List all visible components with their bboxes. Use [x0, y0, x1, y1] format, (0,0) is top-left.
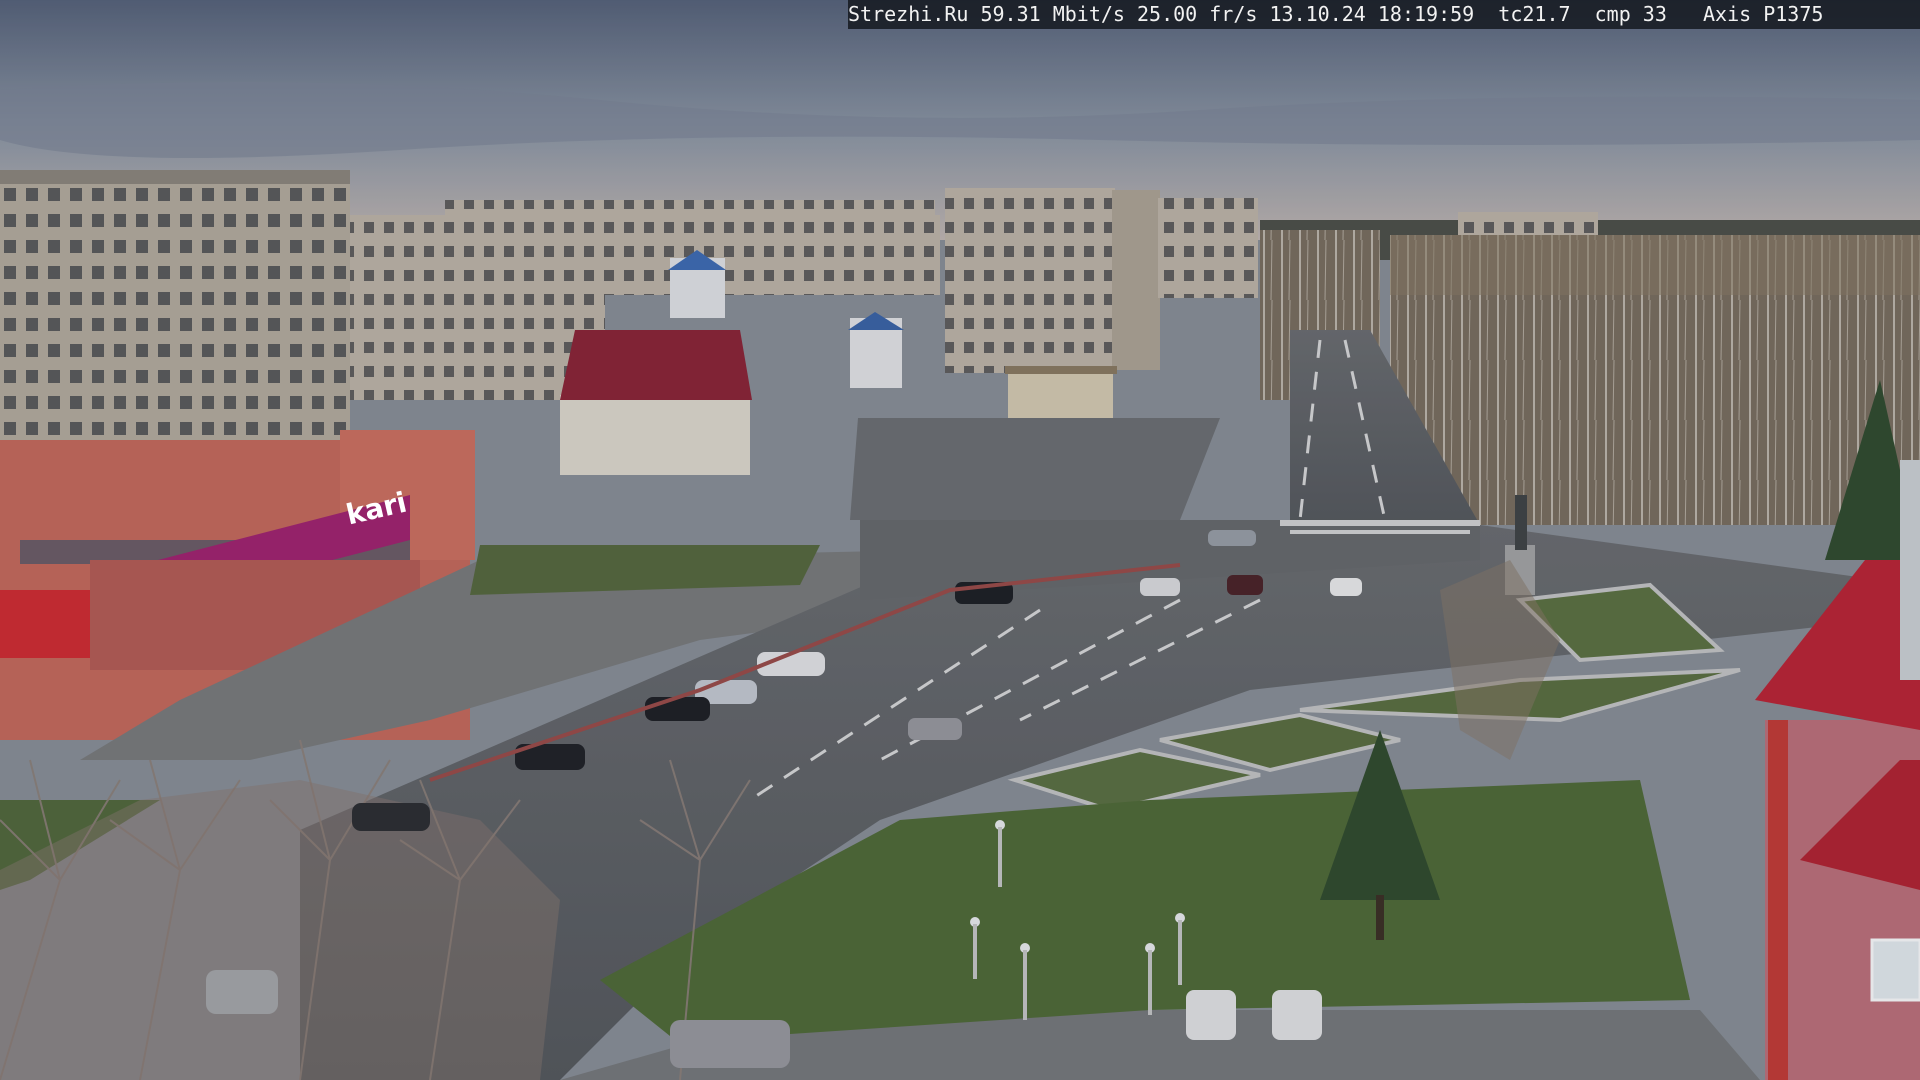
osd-camera-model: Axis P1375 — [1703, 2, 1824, 26]
camera-osd-bar: Strezhi.Ru 59.31 Mbit/s 25.00 fr/s 13.10… — [848, 0, 1920, 29]
osd-time: 18:19:59 — [1377, 2, 1475, 26]
osd-framerate: 25.00 fr/s — [1137, 2, 1258, 26]
osd-bitrate: 59.31 Mbit/s — [980, 2, 1125, 26]
osd-tc: tc21.7 — [1498, 2, 1571, 26]
osd-date: 13.10.24 — [1269, 2, 1366, 26]
osd-site: Strezhi.Ru — [848, 2, 969, 26]
osd-cmp: cmp 33 — [1594, 2, 1667, 26]
webcam-scene — [0, 0, 1920, 1080]
dusk-overlay — [0, 0, 1920, 1080]
